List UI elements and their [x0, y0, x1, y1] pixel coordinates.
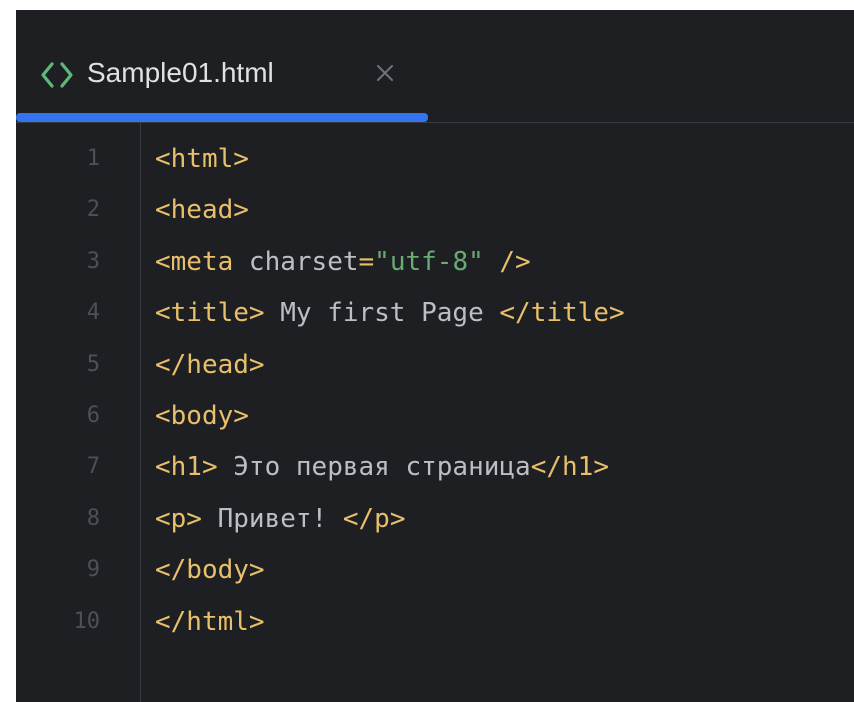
code-token-tag: <meta — [155, 246, 234, 277]
tab-label: Sample01.html — [87, 57, 274, 88]
line-number: 6 — [86, 403, 100, 428]
editor-tab-bar: Sample01.html — [16, 10, 854, 123]
code-token-eq: = — [358, 246, 375, 277]
code-token-tag: <html> — [155, 144, 249, 174]
code-token-tag: /> — [483, 246, 531, 277]
code-text: <body> — [155, 397, 249, 435]
code-text: <title> My first Page </title> — [155, 294, 625, 332]
code-text: <meta charset="utf-8" /> — [155, 243, 531, 281]
code-text: </html> — [155, 603, 265, 641]
code-area[interactable]: 1 <html> 2 <head> 3 <meta charset="utf-8" /> 4… — [16, 123, 854, 702]
code-line[interactable]: 9 </body> — [16, 546, 854, 596]
html-file-icon — [37, 55, 77, 95]
code-token-text: Это первая страница — [217, 452, 531, 483]
code-token-tag: <title> — [155, 298, 265, 329]
code-line[interactable]: 7 <h1> Это первая страница</h1> — [16, 443, 854, 493]
line-number: 3 — [86, 248, 100, 274]
code-token-tag: <head> — [155, 195, 249, 226]
code-line[interactable]: 1 <html> — [16, 135, 854, 185]
code-line[interactable]: 8 <p> Привет! </p> — [16, 495, 854, 545]
close-icon[interactable] — [373, 61, 397, 85]
code-text: <h1> Это первая страница</h1> — [155, 448, 609, 486]
line-number: 8 — [86, 505, 100, 531]
active-tab-indicator — [16, 113, 428, 122]
line-number: 9 — [86, 557, 100, 583]
code-line[interactable]: 6 <body> — [16, 392, 854, 442]
code-text: <html> — [155, 140, 249, 178]
code-token-tag: </html> — [155, 606, 265, 637]
line-number: 1 — [86, 146, 100, 171]
code-token-tag: </head> — [155, 349, 265, 380]
code-text: <head> — [155, 191, 249, 229]
code-line[interactable]: 2 <head> — [16, 186, 854, 236]
code-token-tag: </h1> — [530, 452, 609, 483]
code-token-str: "utf-8" — [374, 246, 484, 277]
code-token-tag: <h1> — [155, 452, 218, 483]
line-number: 5 — [86, 351, 100, 377]
code-token-tag: <body> — [155, 401, 249, 431]
code-text: </head> — [155, 346, 265, 384]
code-line[interactable]: 5 </head> — [16, 341, 854, 391]
code-token-text: My first Page — [264, 298, 500, 329]
code-line[interactable]: 4 <title> My first Page </title> — [16, 289, 854, 339]
code-text: <p> Привет! </p> — [155, 500, 405, 538]
code-token-text: Привет! — [201, 503, 343, 534]
code-line[interactable]: 3 <meta charset="utf-8" /> — [16, 238, 854, 288]
code-text: </body> — [155, 551, 265, 589]
code-token-tag: <p> — [155, 503, 202, 534]
code-token-attr: charset — [233, 246, 359, 277]
code-token-tag: </title> — [499, 298, 625, 329]
line-number: 7 — [86, 454, 100, 480]
code-line[interactable]: 10 </html> — [16, 598, 854, 648]
code-token-tag: </body> — [155, 555, 265, 586]
line-number: 10 — [73, 608, 101, 634]
line-number: 4 — [86, 300, 100, 326]
line-number: 2 — [86, 197, 100, 223]
code-token-tag: </p> — [342, 503, 406, 534]
code-editor: Sample01.html 1 <html> 2 <head> 3 <meta chars… — [16, 10, 854, 702]
tab-sample01-html[interactable]: Sample01.html — [16, 10, 428, 122]
